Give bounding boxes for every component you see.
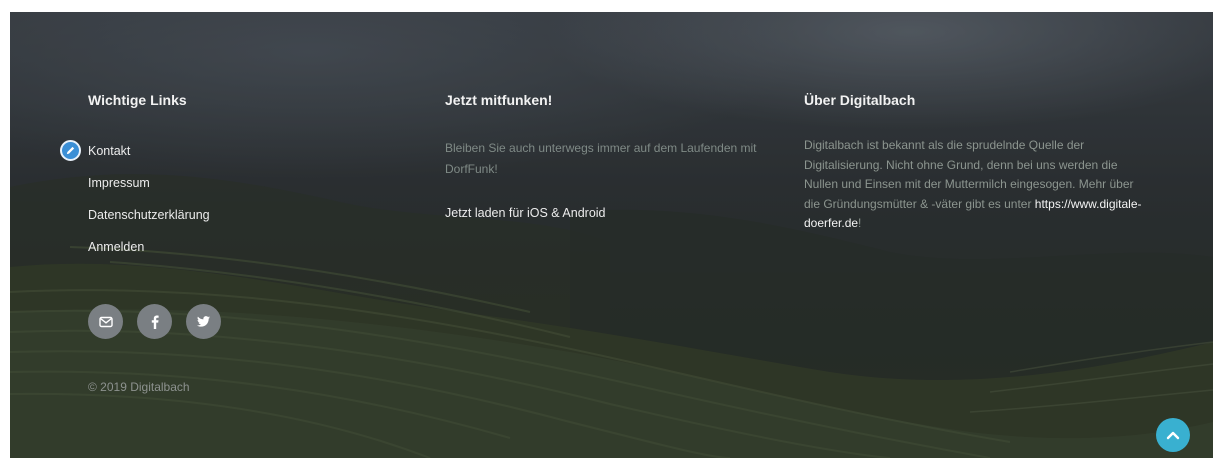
footer-link-anmelden[interactable]: Anmelden: [88, 239, 144, 255]
pencil-icon[interactable]: [60, 140, 81, 161]
list-item: Kontakt: [60, 140, 210, 174]
about-description: Digitalbach ist bekannt als die sprudeln…: [804, 136, 1144, 234]
mail-icon: [98, 316, 113, 327]
app-download-link[interactable]: Jetzt laden für iOS & Android: [445, 206, 606, 220]
copyright-text: © 2019 Digitalbach: [88, 380, 190, 394]
about-heading: Über Digitalbach: [804, 92, 916, 108]
mail-button[interactable]: [88, 304, 123, 339]
list-item: Impressum: [88, 174, 210, 206]
chevron-up-icon: [1166, 431, 1180, 440]
facebook-button[interactable]: [137, 304, 172, 339]
footer-link-datenschutz[interactable]: Datenschutzerklärung: [88, 207, 210, 223]
footer-link-kontakt[interactable]: Kontakt: [88, 143, 130, 159]
list-item: Datenschutzerklärung: [88, 206, 210, 238]
about-text-suffix: !: [858, 216, 862, 230]
footer-link-impressum[interactable]: Impressum: [88, 175, 150, 191]
footer-link-list: Kontakt Impressum Datenschutzerklärung A…: [60, 140, 210, 270]
social-links: [88, 304, 221, 339]
twitter-icon: [197, 316, 210, 327]
site-footer: Wichtige Links Kontakt Impressum Datensc…: [10, 12, 1213, 458]
facebook-icon: [151, 315, 159, 329]
links-heading: Wichtige Links: [88, 92, 187, 108]
app-heading: Jetzt mitfunken!: [445, 92, 553, 108]
list-item: Anmelden: [88, 238, 210, 270]
app-description: Bleiben Sie auch unterwegs immer auf dem…: [445, 141, 757, 176]
back-to-top-button[interactable]: [1156, 418, 1190, 452]
twitter-button[interactable]: [186, 304, 221, 339]
